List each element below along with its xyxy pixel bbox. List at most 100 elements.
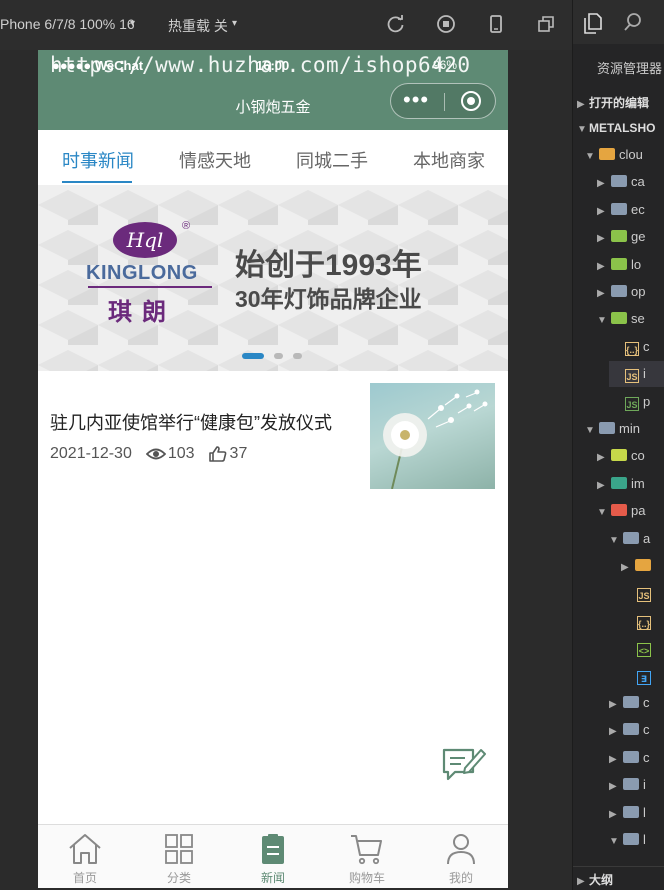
file-tree-folder[interactable]: ▼ a xyxy=(609,526,664,552)
open-editors-section[interactable]: ▶ 打开的编辑 xyxy=(577,94,649,111)
chevron-down-icon[interactable]: ▼ xyxy=(597,308,609,334)
file-tree-file[interactable]: JS xyxy=(621,580,664,606)
tab-local-merchants[interactable]: 本地商家 xyxy=(413,147,485,173)
chevron-right-icon[interactable]: ▶ xyxy=(597,281,609,307)
file-tree-folder[interactable]: ▶ c xyxy=(609,690,664,716)
tabbar-label: 新闻 xyxy=(260,871,285,885)
thumbs-up-icon[interactable] xyxy=(208,446,227,462)
folder-icon xyxy=(599,422,615,434)
folder-icon xyxy=(611,449,627,462)
category-tabs: 时事新闻 情感天地 同城二手 本地商家 xyxy=(38,130,508,185)
file-tree-label: p xyxy=(643,393,651,409)
close-miniprogram-icon[interactable] xyxy=(461,91,481,111)
refresh-icon[interactable] xyxy=(386,14,406,34)
file-tree-folder[interactable]: ▼ min xyxy=(585,416,664,442)
tabbar-category[interactable]: 分类 xyxy=(132,825,226,888)
chevron-right-icon[interactable]: ▶ xyxy=(609,774,621,800)
active-tab-indicator xyxy=(62,181,132,183)
chevron-right-icon[interactable]: ▶ xyxy=(577,876,589,887)
chevron-down-icon[interactable]: ▾ xyxy=(232,18,237,29)
device-selector[interactable]: Phone 6/7/8 100% 16 xyxy=(0,16,135,32)
file-tree-folder[interactable]: ▶ ge xyxy=(597,224,664,250)
outline-section[interactable]: ▶ 大纲 xyxy=(573,866,664,890)
chevron-right-icon[interactable]: ▶ xyxy=(609,719,621,745)
chevron-right-icon[interactable]: ▶ xyxy=(609,692,621,718)
news-list-item[interactable]: 驻几内亚使馆举行“健康包”发放仪式 2021-12-30 103 37 xyxy=(38,383,508,491)
file-tree-folder[interactable]: ▶ im xyxy=(597,471,664,497)
swiper-dot[interactable] xyxy=(293,353,302,359)
file-tree-folder[interactable]: ▶ i xyxy=(609,772,664,798)
file-tree-file[interactable]: {..} xyxy=(621,608,664,634)
chevron-right-icon[interactable]: ▶ xyxy=(597,199,609,225)
folder-icon xyxy=(623,778,639,791)
chevron-down-icon[interactable]: ▼ xyxy=(585,418,597,444)
file-tree-label: co xyxy=(631,448,645,464)
outline-header[interactable]: ▶ 大纲 xyxy=(577,871,613,888)
chevron-right-icon[interactable]: ▶ xyxy=(597,473,609,499)
hot-reload-toggle[interactable]: 热重载 关 xyxy=(168,16,228,36)
tab-current-news[interactable]: 时事新闻 xyxy=(62,147,134,173)
file-tree-file[interactable]: JS p xyxy=(609,389,664,415)
files-icon[interactable] xyxy=(583,12,603,34)
chevron-down-icon[interactable]: ▼ xyxy=(597,500,609,526)
window-icon[interactable] xyxy=(536,14,556,34)
tabbar-cart[interactable]: 购物车 xyxy=(320,825,414,888)
file-tree-label: a xyxy=(643,530,651,546)
file-tree-folder[interactable]: ▼ se xyxy=(597,306,664,332)
chevron-down-icon[interactable]: ▼ xyxy=(577,124,589,135)
chevron-right-icon[interactable]: ▶ xyxy=(597,445,609,471)
file-tree-folder[interactable]: ▼ pa xyxy=(597,498,664,524)
file-tree-file[interactable]: {..} c xyxy=(609,334,664,360)
banner-swiper[interactable]: Hql ® KINGLONG 琪朗 始创于1993年 30年灯饰品牌企业 xyxy=(38,185,508,371)
file-type-icon: {..} xyxy=(637,615,651,630)
file-tree-folder[interactable]: ▶ co xyxy=(597,443,664,469)
file-tree-folder[interactable]: ▶ op xyxy=(597,279,664,305)
file-tree-folder[interactable]: ▶ ec xyxy=(597,197,664,223)
more-icon[interactable]: ••• xyxy=(403,89,429,111)
swiper-dot-active[interactable] xyxy=(242,353,264,359)
file-tree-folder[interactable]: ▶ lo xyxy=(597,252,664,278)
stop-icon[interactable] xyxy=(436,14,456,34)
tab-emotion[interactable]: 情感天地 xyxy=(179,147,251,173)
chevron-down-icon[interactable]: ▾ xyxy=(130,18,135,29)
chevron-down-icon[interactable]: ▼ xyxy=(609,829,621,855)
section-label: 打开的编辑 xyxy=(589,96,650,110)
file-tree-folder[interactable]: ▶ c xyxy=(609,745,664,771)
news-title[interactable]: 驻几内亚使馆举行“健康包”发放仪式 xyxy=(50,409,332,435)
file-tree-folder[interactable]: ▼ l xyxy=(609,827,664,853)
tabbar-news[interactable]: 新闻 xyxy=(226,825,320,888)
chevron-down-icon[interactable]: ▼ xyxy=(609,528,621,554)
tabbar-home[interactable]: 首页 xyxy=(38,825,132,888)
search-icon[interactable] xyxy=(623,12,643,32)
file-tree-file[interactable]: JS i xyxy=(609,361,664,388)
file-tree-file[interactable]: <> xyxy=(621,635,664,661)
phone-icon[interactable] xyxy=(486,14,506,34)
file-tree-file[interactable]: ∃ xyxy=(621,663,664,689)
chevron-right-icon[interactable]: ▶ xyxy=(609,802,621,828)
folder-icon xyxy=(611,285,627,297)
menu-capsule[interactable]: ••• xyxy=(390,83,496,119)
folder-icon xyxy=(611,476,627,489)
file-tree-folder[interactable]: ▶ xyxy=(621,553,664,579)
chevron-right-icon[interactable]: ▶ xyxy=(597,171,609,197)
file-tree-folder[interactable]: ▶ ca xyxy=(597,169,664,195)
file-tree-folder[interactable]: ▶ c xyxy=(609,717,664,743)
phone-simulator: ●●●●● WeChat 16:00 96% https://www.huzha… xyxy=(38,50,508,888)
tabbar-profile[interactable]: 我的 xyxy=(414,825,508,888)
tab-second-hand[interactable]: 同城二手 xyxy=(296,147,368,173)
swiper-dot[interactable] xyxy=(274,353,283,359)
chevron-right-icon[interactable]: ▶ xyxy=(621,555,633,581)
chevron-right-icon[interactable]: ▶ xyxy=(577,99,589,110)
chevron-down-icon[interactable]: ▼ xyxy=(585,144,597,170)
chevron-right-icon[interactable]: ▶ xyxy=(597,226,609,252)
file-tree-folder[interactable]: ▶ l xyxy=(609,800,664,826)
banner-slogan-2: 30年灯饰品牌企业 xyxy=(235,286,422,312)
write-post-icon[interactable] xyxy=(441,744,487,782)
capsule-divider xyxy=(444,93,445,111)
news-thumbnail[interactable] xyxy=(370,383,495,489)
chevron-right-icon[interactable]: ▶ xyxy=(609,747,621,773)
chevron-right-icon[interactable]: ▶ xyxy=(597,254,609,280)
file-tree-folder[interactable]: ▼ clou xyxy=(585,142,664,168)
project-section[interactable]: ▼ METALSHO xyxy=(577,121,655,135)
file-tree-label: ge xyxy=(631,229,646,245)
